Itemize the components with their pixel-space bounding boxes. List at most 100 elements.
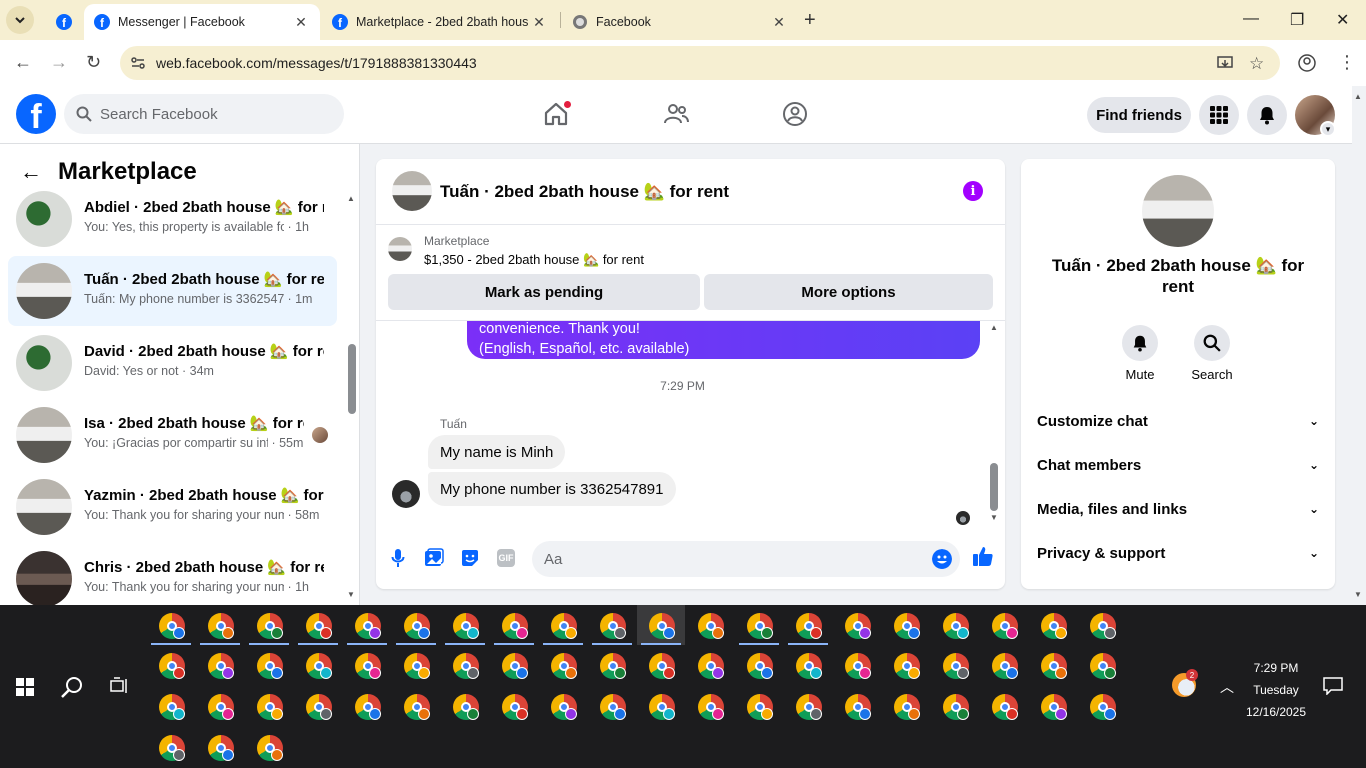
chrome-window-taskbar-icon[interactable] — [796, 653, 822, 679]
chrome-window-taskbar-icon[interactable] — [943, 613, 969, 639]
scroll-up-arrow[interactable]: ▲ — [990, 323, 998, 332]
chrome-window-taskbar-icon[interactable] — [649, 694, 675, 720]
chrome-window-taskbar-icon[interactable] — [600, 653, 626, 679]
chrome-window-taskbar-icon[interactable] — [208, 613, 234, 639]
conversation-item[interactable]: Isa · 2bed 2bath house 🏡 for rent You: ¡… — [8, 400, 337, 470]
conversation-item[interactable]: David · 2bed 2bath house 🏡 for rent Davi… — [8, 328, 337, 398]
chrome-window-taskbar-icon[interactable] — [355, 694, 381, 720]
show-hidden-icons-chevron-up-icon[interactable]: ︿ — [1220, 677, 1234, 697]
notifications-button[interactable] — [1247, 95, 1287, 135]
groups-icon[interactable] — [781, 100, 809, 128]
chrome-window-taskbar-icon[interactable] — [1041, 694, 1067, 720]
taskbar-clock[interactable]: 7:29 PM Tuesday 12/16/2025 — [1236, 657, 1316, 723]
emoji-icon[interactable] — [932, 549, 952, 569]
scroll-up-arrow[interactable]: ▲ — [347, 194, 355, 203]
conversation-item-selected[interactable]: Tuấn · 2bed 2bath house 🏡 for rent Tuấn:… — [8, 256, 337, 326]
chrome-window-taskbar-icon[interactable] — [257, 735, 283, 761]
chat-members-row[interactable]: Chat members ⌄ — [1037, 447, 1319, 483]
voice-clip-button[interactable] — [387, 547, 409, 569]
scroll-down-arrow[interactable]: ▼ — [347, 590, 355, 599]
chrome-window-taskbar-icon[interactable] — [845, 653, 871, 679]
taskbar-search-icon[interactable] — [60, 675, 84, 699]
find-friends-button[interactable]: Find friends — [1087, 97, 1191, 133]
incoming-message-bubble[interactable]: My phone number is 3362547891 — [428, 472, 676, 506]
address-bar[interactable]: web.facebook.com/messages/t/179188838133… — [120, 46, 1280, 80]
conversation-item[interactable]: Chris · 2bed 2bath house 🏡 for rent You:… — [8, 544, 337, 605]
chrome-window-taskbar-icon[interactable] — [257, 694, 283, 720]
chrome-window-taskbar-icon[interactable] — [1090, 613, 1116, 639]
chat-title[interactable]: Tuấn · 2bed 2bath house 🏡 for rent — [440, 182, 729, 202]
chrome-window-taskbar-icon[interactable] — [796, 694, 822, 720]
incoming-message-bubble[interactable]: My name is Minh — [428, 435, 566, 469]
sticker-button[interactable] — [459, 547, 481, 569]
notification-center-icon[interactable] — [1323, 677, 1343, 695]
tab-messenger[interactable]: f Messenger | Facebook ✕ — [84, 4, 320, 40]
conversation-info-icon[interactable]: i — [963, 181, 983, 201]
chrome-window-taskbar-icon[interactable] — [649, 653, 675, 679]
close-icon[interactable]: ✕ — [770, 14, 788, 31]
chrome-window-taskbar-icon[interactable] — [502, 613, 528, 639]
scroll-down-arrow[interactable]: ▼ — [990, 513, 998, 522]
chrome-window-taskbar-icon[interactable] — [796, 613, 822, 639]
chrome-window-taskbar-icon[interactable] — [257, 653, 283, 679]
chrome-window-taskbar-icon[interactable] — [502, 694, 528, 720]
attach-photo-button[interactable] — [423, 547, 445, 569]
mark-as-pending-button[interactable]: Mark as pending — [388, 274, 700, 310]
chrome-window-taskbar-icon[interactable] — [159, 694, 185, 720]
browser-menu-icon[interactable]: ⋮ — [1338, 52, 1356, 73]
chrome-window-taskbar-icon[interactable] — [747, 653, 773, 679]
chrome-window-taskbar-icon[interactable] — [208, 653, 234, 679]
chrome-window-taskbar-icon[interactable] — [551, 694, 577, 720]
install-app-icon[interactable] — [1216, 54, 1234, 72]
chrome-window-taskbar-icon[interactable] — [992, 694, 1018, 720]
chrome-window-taskbar-icon[interactable] — [600, 694, 626, 720]
chrome-window-taskbar-icon[interactable] — [1041, 613, 1067, 639]
chrome-window-taskbar-icon[interactable] — [551, 613, 577, 639]
chrome-window-taskbar-icon[interactable] — [159, 613, 185, 639]
chrome-window-taskbar-icon[interactable] — [894, 653, 920, 679]
chrome-window-taskbar-icon[interactable] — [698, 653, 724, 679]
customize-chat-row[interactable]: Customize chat ⌄ — [1037, 403, 1319, 439]
chrome-window-taskbar-icon[interactable] — [306, 613, 332, 639]
pinned-tab-facebook[interactable]: f — [46, 4, 76, 40]
chrome-window-taskbar-icon[interactable] — [747, 694, 773, 720]
chat-avatar[interactable] — [392, 171, 432, 211]
chrome-window-taskbar-icon[interactable] — [649, 613, 675, 639]
chrome-window-taskbar-icon[interactable] — [1090, 653, 1116, 679]
page-scroll-down-arrow[interactable]: ▼ — [1354, 590, 1362, 599]
new-tab-button[interactable]: + — [804, 10, 816, 30]
restore-button[interactable]: ❐ — [1290, 10, 1304, 30]
more-options-button[interactable]: More options — [704, 274, 993, 310]
chrome-window-taskbar-icon[interactable] — [1090, 694, 1116, 720]
chrome-window-taskbar-icon[interactable] — [894, 613, 920, 639]
tab-facebook[interactable]: Facebook ✕ — [562, 4, 798, 40]
menu-button[interactable] — [1199, 95, 1239, 135]
chrome-window-taskbar-icon[interactable] — [453, 694, 479, 720]
site-settings-icon[interactable] — [130, 55, 146, 71]
conversation-list-scrollbar[interactable] — [348, 344, 356, 414]
contact-avatar[interactable] — [1142, 175, 1214, 247]
chrome-window-taskbar-icon[interactable] — [159, 653, 185, 679]
chrome-window-taskbar-icon[interactable] — [453, 613, 479, 639]
facebook-search-input[interactable]: Search Facebook — [64, 94, 344, 134]
chrome-window-taskbar-icon[interactable] — [257, 613, 283, 639]
chrome-window-taskbar-icon[interactable] — [943, 653, 969, 679]
sender-avatar[interactable] — [392, 480, 420, 508]
windows-start-icon[interactable] — [16, 678, 34, 696]
chrome-window-taskbar-icon[interactable] — [404, 653, 430, 679]
message-input[interactable] — [532, 541, 960, 577]
gif-button[interactable]: GIF — [495, 547, 517, 569]
conversation-item[interactable]: Yazmin · 2bed 2bath house 🏡 for rent You… — [8, 472, 337, 542]
profile-icon[interactable] — [1298, 54, 1316, 72]
like-thumbs-up-icon[interactable] — [972, 545, 994, 567]
chrome-window-taskbar-icon[interactable] — [355, 653, 381, 679]
chrome-window-taskbar-icon[interactable] — [404, 613, 430, 639]
search-in-conversation-button[interactable]: Search — [1182, 325, 1242, 382]
tab-search-button[interactable] — [6, 6, 34, 34]
reload-button[interactable]: ↻ — [86, 52, 101, 73]
forward-button[interactable]: → — [50, 52, 68, 73]
conversation-item[interactable]: Abdiel · 2bed 2bath house 🏡 for rent You… — [8, 184, 337, 254]
back-arrow-icon[interactable]: ← — [20, 159, 42, 185]
chrome-window-taskbar-icon[interactable] — [306, 653, 332, 679]
close-icon[interactable]: ✕ — [530, 14, 548, 31]
